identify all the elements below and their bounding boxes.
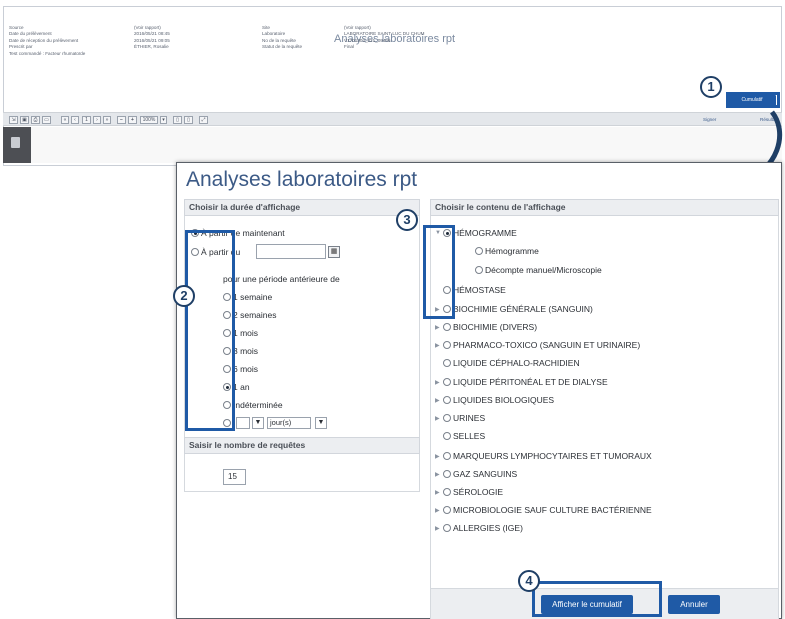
- tree-item-biochimie-generale[interactable]: ▶ BIOCHIMIE GÉNÉRALE (SANGUIN): [435, 304, 593, 314]
- expand-icon[interactable]: ▶: [435, 525, 443, 532]
- calendar-icon[interactable]: ▦: [328, 246, 340, 258]
- period-caption: pour une période antérieure de: [223, 274, 340, 284]
- tree-label: PHARMACO-TOXICO (SANGUIN ET URINAIRE): [453, 340, 641, 350]
- expand-icon[interactable]: ▶: [435, 397, 443, 404]
- tree-label: BIOCHIMIE (DIVERS): [453, 322, 538, 332]
- radio-tree[interactable]: [475, 266, 483, 274]
- period-label: 1 semaine: [233, 292, 273, 302]
- expand-icon[interactable]: ▶: [435, 507, 443, 514]
- expand-icon[interactable]: ▶: [435, 379, 443, 386]
- radio-tree[interactable]: [443, 341, 451, 349]
- expand-icon[interactable]: ▶: [435, 324, 443, 331]
- stage: Analyses laboratoires rpt Source Date du…: [0, 0, 785, 619]
- cancel-button[interactable]: Annuler: [668, 595, 720, 614]
- tree-item-lcr[interactable]: LIQUIDE CÉPHALO-RACHIDIEN: [443, 358, 580, 368]
- tree-label: LIQUIDE PÉRITONÉAL ET DE DIALYSE: [453, 377, 608, 387]
- tree-label: SELLES: [453, 431, 486, 441]
- tree-item-decompte[interactable]: Décompte manuel/Microscopie: [475, 265, 602, 275]
- radio-tree[interactable]: [443, 378, 451, 386]
- tree-label: ALLERGIES (IGE): [453, 523, 523, 533]
- tree-item-allergies[interactable]: ▶ ALLERGIES (IGE): [435, 523, 523, 533]
- period-label: 1 mois: [233, 328, 259, 338]
- radio-tree[interactable]: [443, 323, 451, 331]
- tree-item-selles[interactable]: SELLES: [443, 431, 485, 441]
- tree-label: URINES: [453, 413, 486, 423]
- tree-item-liquide-peritoneal[interactable]: ▶ LIQUIDE PÉRITONÉAL ET DE DIALYSE: [435, 377, 608, 387]
- tree-item-microbiologie[interactable]: ▶ MICROBIOLOGIE SAUF CULTURE BACTÉRIENNE: [435, 505, 652, 515]
- radio-tree[interactable]: [443, 432, 451, 440]
- content-panel: Choisir le contenu de l'affichage ▼ HÉMOG…: [430, 199, 779, 619]
- expand-icon[interactable]: ▶: [435, 415, 443, 422]
- custom-count-input[interactable]: [236, 417, 250, 429]
- tree-item-marqueurs[interactable]: ▶ MARQUEURS LYMPHOCYTAIRES ET TUMORAUX: [435, 451, 652, 461]
- highlight-show-button: [532, 581, 662, 617]
- radio-tree[interactable]: [443, 506, 451, 514]
- requests-count-input[interactable]: 15: [223, 469, 246, 485]
- radio-tree[interactable]: [443, 359, 451, 367]
- tree-item-hemogramme-sub[interactable]: Hémogramme: [475, 246, 539, 256]
- callout-3: 3: [396, 209, 418, 231]
- custom-count-dropdown-icon[interactable]: ▼: [252, 417, 264, 429]
- tree-label: LIQUIDE CÉPHALO-RACHIDIEN: [453, 358, 580, 368]
- tree-label: SÉROLOGIE: [453, 487, 504, 497]
- period-label: 1 an: [233, 382, 250, 392]
- tree-label: Hémogramme: [485, 246, 539, 256]
- expand-icon[interactable]: ▶: [435, 471, 443, 478]
- requests-header: Saisir le nombre de requêtes: [184, 437, 420, 454]
- tree-item-urines[interactable]: ▶ URINES: [435, 413, 485, 423]
- requests-panel: Saisir le nombre de requêtes 15: [184, 437, 420, 492]
- radio-tree[interactable]: [443, 524, 451, 532]
- tree-label: MICROBIOLOGIE SAUF CULTURE BACTÉRIENNE: [453, 505, 652, 515]
- highlight-duration-radios: [185, 230, 235, 431]
- radio-tree[interactable]: [443, 452, 451, 460]
- tree-label: LIQUIDES BIOLOGIQUES: [453, 395, 555, 405]
- tree-item-pharmaco[interactable]: ▶ PHARMACO-TOXICO (SANGUIN ET URINAIRE): [435, 340, 640, 350]
- radio-tree[interactable]: [443, 414, 451, 422]
- tree-label: MARQUEURS LYMPHOCYTAIRES ET TUMORAUX: [453, 451, 652, 461]
- callout-4: 4: [518, 570, 540, 592]
- cumulatif-dialog: Analyses laboratoires rpt Choisir la dur…: [176, 162, 782, 619]
- expand-icon[interactable]: ▶: [435, 489, 443, 496]
- tree-label: HÉMOSTASE: [453, 285, 506, 295]
- custom-unit-dropdown-icon[interactable]: ▼: [315, 417, 327, 429]
- tree-item-gaz-sanguins[interactable]: ▶ GAZ SANGUINS: [435, 469, 517, 479]
- dialog-title: Analyses laboratoires rpt: [186, 168, 418, 191]
- period-label: 3 mois: [233, 346, 259, 356]
- radio-tree[interactable]: [443, 488, 451, 496]
- duration-header: Choisir la durée d'affichage: [184, 199, 420, 216]
- expand-icon[interactable]: ▶: [435, 453, 443, 460]
- tree-item-liquides-biologiques[interactable]: ▶ LIQUIDES BIOLOGIQUES: [435, 395, 554, 405]
- callout-2: 2: [173, 285, 195, 307]
- date-input[interactable]: [256, 244, 326, 259]
- radio-tree[interactable]: [443, 470, 451, 478]
- highlight-tree-toggles: [423, 225, 455, 319]
- tree-label: Décompte manuel/Microscopie: [485, 265, 602, 275]
- period-label: 6 mois: [233, 364, 259, 374]
- expand-icon[interactable]: ▶: [435, 342, 443, 349]
- tree-item-serologie[interactable]: ▶ SÉROLOGIE: [435, 487, 503, 497]
- radio-tree[interactable]: [443, 396, 451, 404]
- custom-unit-select[interactable]: jour(s): [267, 417, 311, 429]
- tree-item-biochimie-divers[interactable]: ▶ BIOCHIMIE (DIVERS): [435, 322, 537, 332]
- tree-label: GAZ SANGUINS: [453, 469, 518, 479]
- content-header: Choisir le contenu de l'affichage: [430, 199, 779, 216]
- period-label: Indéterminée: [233, 400, 283, 410]
- tree-label: BIOCHIMIE GÉNÉRALE (SANGUIN): [453, 304, 593, 314]
- tree-label: HÉMOGRAMME: [453, 228, 517, 238]
- radio-tree[interactable]: [475, 247, 483, 255]
- period-label: 2 semaines: [233, 310, 277, 320]
